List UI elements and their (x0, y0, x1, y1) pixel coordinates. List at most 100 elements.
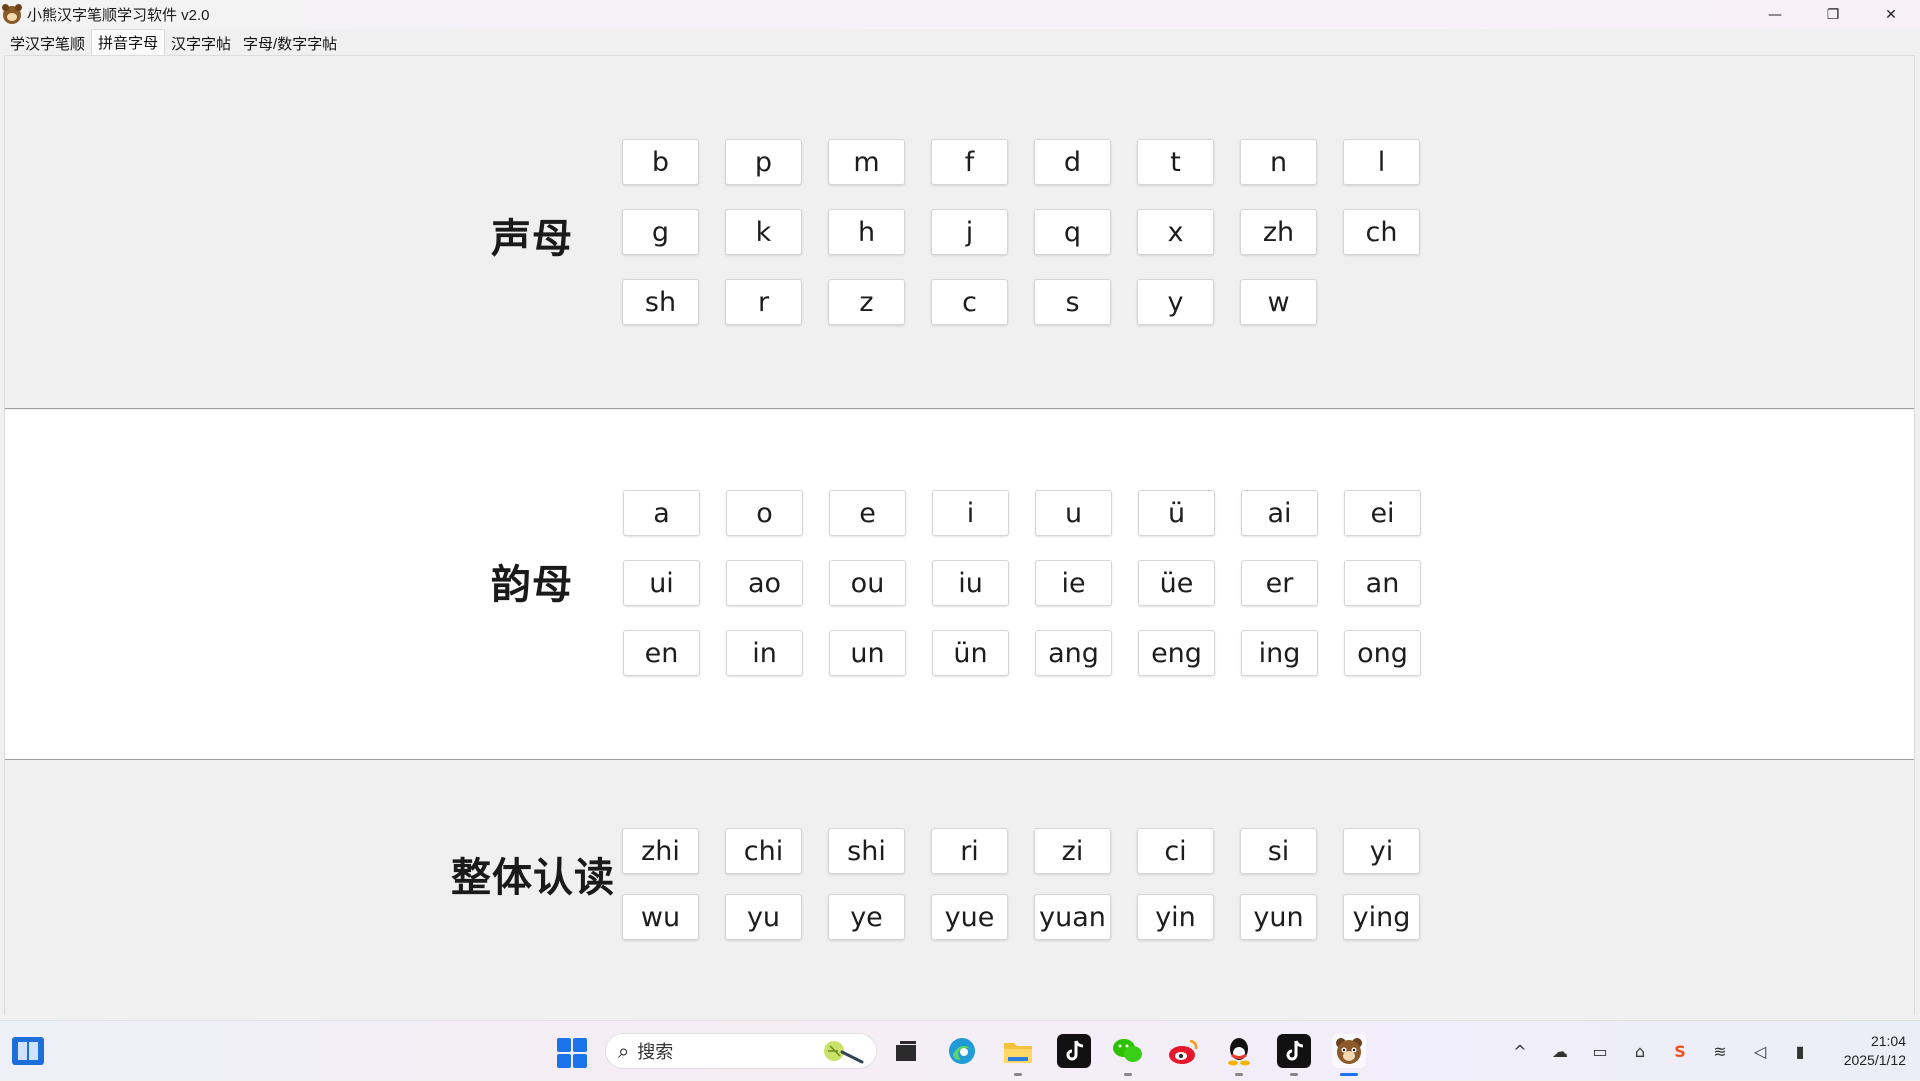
ime-icon[interactable]: ⌂ (1620, 1021, 1660, 1081)
pinyin-key-initials[interactable]: c (931, 279, 1008, 325)
file-explorer-icon[interactable] (1001, 1034, 1035, 1076)
pinyin-key-whole[interactable]: yi (1343, 828, 1420, 874)
pinyin-key-initials[interactable]: r (725, 279, 802, 325)
pinyin-key-whole[interactable]: yun (1240, 894, 1317, 940)
pinyin-key-whole[interactable]: chi (725, 828, 802, 874)
pinyin-key-finals[interactable]: a (623, 490, 700, 536)
pinyin-key-finals[interactable]: ou (829, 560, 906, 606)
pinyin-key-whole[interactable]: yuan (1034, 894, 1111, 940)
pinyin-key-whole[interactable]: yu (725, 894, 802, 940)
pinyin-key-initials[interactable]: b (622, 139, 699, 185)
battery-icon[interactable]: ▮ (1780, 1021, 1820, 1081)
pinyin-key-initials[interactable]: n (1240, 139, 1317, 185)
pinyin-key-finals[interactable]: o (726, 490, 803, 536)
title-bar: 小熊汉字笔顺学习软件 v2.0 — ❐ ✕ (0, 0, 1920, 29)
pinyin-key-whole[interactable]: yin (1137, 894, 1214, 940)
pinyin-key-finals[interactable]: ong (1344, 630, 1421, 676)
system-tray: ^ ☁ ▭ ⌂ S ≋ ◁ ▮ 21:04 2025/1/12 (1500, 1021, 1920, 1081)
pinyin-key-initials[interactable]: ch (1343, 209, 1420, 255)
pinyin-key-initials[interactable]: d (1034, 139, 1111, 185)
pinyin-key-whole[interactable]: shi (828, 828, 905, 874)
pinyin-key-finals[interactable]: er (1241, 560, 1318, 606)
pinyin-key-whole[interactable]: ri (931, 828, 1008, 874)
pinyin-key-finals[interactable]: ao (726, 560, 803, 606)
weibo-icon[interactable] (1167, 1034, 1201, 1068)
pinyin-key-initials[interactable]: sh (622, 279, 699, 325)
pinyin-key-finals[interactable]: ün (932, 630, 1009, 676)
pinyin-key-whole[interactable]: zhi (622, 828, 699, 874)
tab-stroke-order[interactable]: 学汉字笔顺 (4, 31, 91, 55)
pinyin-panel: 声母 b p m f d t n l g k h j q x zh ch sh r z c s y w 韵母 aoeiuüa… (4, 55, 1915, 1016)
cloud-sync-icon[interactable]: ☁ (1540, 1021, 1580, 1081)
pinyin-key-initials[interactable]: y (1137, 279, 1214, 325)
pinyin-key-finals[interactable]: an (1344, 560, 1421, 606)
whole-syllables-grid: zhi chi shi ri zi ci si yi wu yu ye yue yuan yin yun yi… (622, 828, 1420, 940)
pinyin-key-initials[interactable]: zh (1240, 209, 1317, 255)
pinyin-key-initials[interactable]: f (931, 139, 1008, 185)
pinyin-key-finals[interactable]: en (623, 630, 700, 676)
pinyin-key-initials[interactable]: j (931, 209, 1008, 255)
pinyin-key-whole[interactable]: yue (931, 894, 1008, 940)
pinyin-key-finals[interactable]: üe (1138, 560, 1215, 606)
wifi-icon[interactable]: ≋ (1700, 1021, 1740, 1081)
pinyin-key-finals[interactable]: u (1035, 490, 1112, 536)
whole-syllables-section: 整体认读 zhi chi shi ri zi ci si yi wu yu ye yue yuan yin… (5, 761, 1914, 1016)
taskbar: ⌕ 搜索 ^ ☁ ▭ ⌂ S ≋ ◁ ▮ 21:04 2025/1/12 (0, 1020, 1920, 1080)
close-button[interactable]: ✕ (1862, 0, 1920, 29)
pinyin-key-finals[interactable]: ai (1241, 490, 1318, 536)
pinyin-key-initials[interactable]: p (725, 139, 802, 185)
pinyin-key-initials[interactable]: w (1240, 279, 1317, 325)
pinyin-key-initials[interactable]: z (828, 279, 905, 325)
pinyin-key-finals[interactable]: ü (1138, 490, 1215, 536)
pinyin-key-finals[interactable]: eng (1138, 630, 1215, 676)
pinyin-key-whole[interactable]: zi (1034, 828, 1111, 874)
pinyin-key-finals[interactable]: ie (1035, 560, 1112, 606)
wechat-icon[interactable] (1111, 1034, 1145, 1076)
widgets-icon[interactable] (12, 1037, 44, 1065)
initials-label: 声母 (491, 216, 573, 262)
pinyin-key-initials[interactable]: m (828, 139, 905, 185)
pinyin-key-finals[interactable]: ing (1241, 630, 1318, 676)
pinyin-key-initials[interactable]: t (1137, 139, 1214, 185)
minimize-button[interactable]: — (1746, 0, 1804, 29)
pinyin-key-whole[interactable]: ying (1343, 894, 1420, 940)
edge-browser-icon[interactable] (945, 1034, 979, 1068)
pinyin-key-finals[interactable]: iu (932, 560, 1009, 606)
tab-hanzi-copybook[interactable]: 汉字字帖 (165, 31, 237, 55)
taskbar-clock[interactable]: 21:04 2025/1/12 (1820, 1032, 1920, 1070)
sogou-icon[interactable]: S (1660, 1021, 1700, 1081)
taskbar-search[interactable]: ⌕ 搜索 (605, 1033, 877, 1069)
douyin-icon[interactable] (1057, 1034, 1091, 1068)
pinyin-key-finals[interactable]: i (932, 490, 1009, 536)
pinyin-key-finals[interactable]: in (726, 630, 803, 676)
qq-icon[interactable] (1222, 1034, 1256, 1076)
window-controls: — ❐ ✕ (1746, 0, 1920, 29)
windows-start-icon[interactable] (557, 1038, 587, 1068)
pinyin-key-initials[interactable]: h (828, 209, 905, 255)
pinyin-key-whole[interactable]: ye (828, 894, 905, 940)
pinyin-key-finals[interactable]: un (829, 630, 906, 676)
tab-letter-number-copybook[interactable]: 字母/数字字帖 (237, 31, 343, 55)
pinyin-key-initials[interactable]: k (725, 209, 802, 255)
tab-pinyin[interactable]: 拼音字母 (91, 29, 166, 55)
pinyin-key-initials[interactable]: l (1343, 139, 1420, 185)
restore-button[interactable]: ❐ (1804, 0, 1862, 29)
pinyin-key-initials[interactable]: x (1137, 209, 1214, 255)
pinyin-key-finals[interactable]: ei (1344, 490, 1421, 536)
pinyin-key-finals[interactable]: ang (1035, 630, 1112, 676)
display-icon[interactable]: ▭ (1580, 1021, 1620, 1081)
douyin-second-icon[interactable] (1277, 1034, 1311, 1076)
bear-app-taskbar-icon[interactable] (1332, 1034, 1366, 1076)
speaker-icon[interactable]: ◁ (1740, 1021, 1780, 1081)
chevron-up-icon[interactable]: ^ (1500, 1021, 1540, 1081)
pinyin-key-whole[interactable]: ci (1137, 828, 1214, 874)
pinyin-key-finals[interactable]: e (829, 490, 906, 536)
pinyin-key-initials[interactable]: s (1034, 279, 1111, 325)
pinyin-key-whole[interactable]: si (1240, 828, 1317, 874)
pinyin-key-whole[interactable]: wu (622, 894, 699, 940)
pinyin-key-initials[interactable]: q (1034, 209, 1111, 255)
pinyin-key-finals[interactable]: ui (623, 560, 700, 606)
task-view-icon[interactable] (889, 1034, 923, 1068)
pinyin-key-initials[interactable]: g (622, 209, 699, 255)
search-placeholder: 搜索 (637, 1042, 674, 1062)
